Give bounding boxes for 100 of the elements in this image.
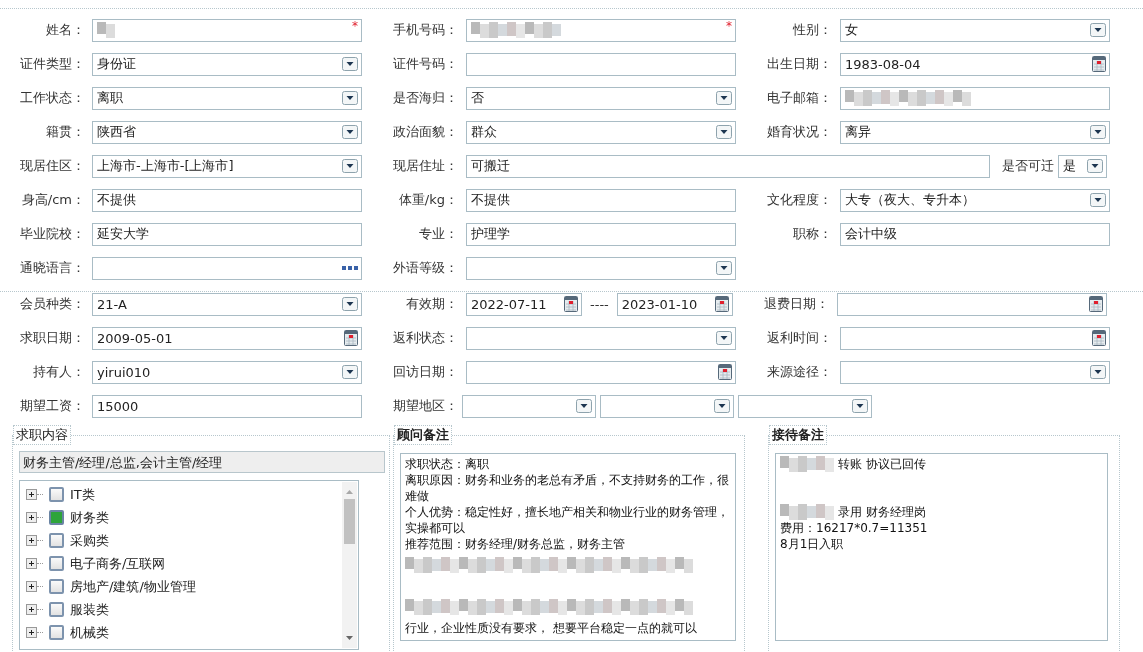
- dropdown[interactable]: 陕西省: [92, 120, 362, 144]
- field-label: 文化程度：: [767, 191, 832, 209]
- text-field[interactable]: 不提供: [92, 188, 362, 212]
- checkbox[interactable]: [49, 602, 64, 617]
- field-label: 体重/kg：: [398, 191, 458, 209]
- notes-textarea[interactable]: 求职状态：离职 离职原因：财务和业务的老总有矛盾，不支持财务的工作，很难做 个人优势：稳定性好，擅长地产相关和物业行业的财务管理，实操都可以 推荐范围：财务经理/财务总监，财务主管 行业，企业性质没有要求， 想要平台稳定一点的就可以: [400, 453, 736, 641]
- dropdown[interactable]: [466, 256, 736, 280]
- field-label: 出生日期：: [767, 55, 832, 73]
- more-icon[interactable]: [342, 266, 358, 270]
- field-label: 返利时间：: [767, 329, 832, 347]
- tree-item[interactable]: 采购类: [70, 531, 109, 550]
- dropdown[interactable]: [738, 394, 872, 418]
- expand-icon[interactable]: [26, 535, 37, 546]
- range-separator: ----: [589, 296, 610, 312]
- required-mark: *: [726, 19, 732, 32]
- note-text: 求职状态：离职: [405, 456, 489, 472]
- field-label: 有效期：: [406, 295, 458, 313]
- required-mark: *: [352, 19, 358, 32]
- field-label: 手机号码：: [393, 21, 458, 39]
- tree-item[interactable]: 机械类: [70, 623, 109, 642]
- dropdown[interactable]: 大专（夜大、专升本）: [840, 188, 1110, 212]
- expand-icon[interactable]: [26, 627, 37, 638]
- expand-icon[interactable]: [26, 581, 37, 592]
- field-label: 是否可迁: [1002, 157, 1054, 175]
- tree-item[interactable]: 房地产/建筑/物业管理: [70, 577, 196, 596]
- tree-item[interactable]: 电子商务/互联网: [70, 554, 166, 573]
- calendar-icon[interactable]: [344, 330, 358, 346]
- expand-icon[interactable]: [26, 489, 37, 500]
- date-field[interactable]: [836, 292, 1107, 316]
- tree-item[interactable]: 服装类: [70, 600, 109, 619]
- text-field[interactable]: 15000: [92, 394, 362, 418]
- field-label: 期望地区：: [393, 397, 458, 415]
- tree-item[interactable]: 财务类: [70, 508, 109, 527]
- panel-title: 接待备注: [769, 425, 827, 445]
- expand-icon[interactable]: [26, 558, 37, 569]
- field-label: 电子邮箱：: [767, 89, 832, 107]
- note-text: 行业，企业性质没有要求， 想要平台稳定一点的就可以: [405, 620, 697, 636]
- calendar-icon[interactable]: [1088, 296, 1103, 312]
- dropdown[interactable]: yirui010: [92, 360, 362, 384]
- calendar-icon[interactable]: [714, 296, 729, 312]
- date-field[interactable]: 1983-08-04: [840, 52, 1110, 76]
- dropdown[interactable]: 离异: [840, 120, 1110, 144]
- date-field[interactable]: 2023-01-10: [616, 292, 733, 316]
- note-text: 推荐范围：财务经理/财务总监，财务主管: [405, 536, 626, 552]
- dropdown[interactable]: [840, 360, 1110, 384]
- picker-field[interactable]: [92, 256, 362, 280]
- dropdown[interactable]: [600, 394, 734, 418]
- field-label: 退费日期：: [763, 295, 829, 313]
- expand-icon[interactable]: [26, 604, 37, 615]
- checkbox[interactable]: [49, 487, 64, 502]
- panel-title: 顾问备注: [394, 425, 452, 445]
- dropdown[interactable]: [466, 326, 736, 350]
- checkbox[interactable]: [49, 556, 64, 571]
- calendar-icon[interactable]: [1092, 56, 1106, 72]
- notes-textarea[interactable]: 转账 协议已回传 录用 财务经理岗 费用：16217*0.7=11351 8月1日入职: [775, 453, 1108, 641]
- note-text: 转账 协议已回传: [838, 456, 926, 472]
- note-text: 个人优势：稳定性好，擅长地产相关和物业行业的财务管理，实操都可以: [405, 504, 730, 536]
- field-label: 会员种类：: [20, 295, 85, 313]
- dropdown[interactable]: 21-A: [92, 292, 362, 316]
- note-text: 录用 财务经理岗: [838, 504, 926, 520]
- text-field[interactable]: 可搬迁: [466, 154, 990, 178]
- calendar-icon[interactable]: [718, 364, 732, 380]
- field-label: 证件号码：: [393, 55, 458, 73]
- dropdown[interactable]: 离职: [92, 86, 362, 110]
- checkbox[interactable]: [49, 625, 64, 640]
- field-label: 回访日期：: [393, 363, 458, 381]
- text-field[interactable]: 不提供: [466, 188, 736, 212]
- dropdown[interactable]: [462, 394, 596, 418]
- expand-icon[interactable]: [26, 512, 37, 523]
- date-field[interactable]: [840, 326, 1110, 350]
- text-field[interactable]: 延安大学: [92, 222, 362, 246]
- field-label: 工作状态：: [20, 89, 85, 107]
- field-label: 持有人：: [33, 363, 85, 381]
- date-field[interactable]: [466, 360, 736, 384]
- checkbox[interactable]: [49, 533, 64, 548]
- text-field[interactable]: [466, 52, 736, 76]
- field-label: 政治面貌：: [393, 123, 458, 141]
- field-label: 毕业院校：: [20, 225, 85, 243]
- tree-item[interactable]: IT类: [70, 485, 95, 504]
- dropdown[interactable]: 女: [840, 18, 1110, 42]
- text-field[interactable]: 会计中级: [840, 222, 1110, 246]
- calendar-icon[interactable]: [1092, 330, 1106, 346]
- field-label: 性别：: [793, 21, 832, 39]
- checkbox[interactable]: [49, 510, 64, 525]
- text-field[interactable]: 护理学: [466, 222, 736, 246]
- dropdown[interactable]: 群众: [466, 120, 736, 144]
- checkbox[interactable]: [49, 579, 64, 594]
- text-field[interactable]: *: [466, 18, 736, 42]
- text-field[interactable]: *: [92, 18, 362, 42]
- dropdown[interactable]: 上海市-上海市-[上海市]: [92, 154, 362, 178]
- calendar-icon[interactable]: [564, 296, 578, 312]
- field-label: 现居住址：: [393, 157, 458, 175]
- date-field[interactable]: 2009-05-01: [92, 326, 362, 350]
- dropdown[interactable]: 否: [466, 86, 736, 110]
- field-label: 身高/cm：: [21, 191, 85, 209]
- dropdown[interactable]: 是: [1058, 154, 1107, 178]
- text-field[interactable]: [840, 86, 1110, 110]
- dropdown[interactable]: 身份证: [92, 52, 362, 76]
- field-label: 来源途径：: [767, 363, 832, 381]
- date-field[interactable]: 2022-07-11: [466, 292, 582, 316]
